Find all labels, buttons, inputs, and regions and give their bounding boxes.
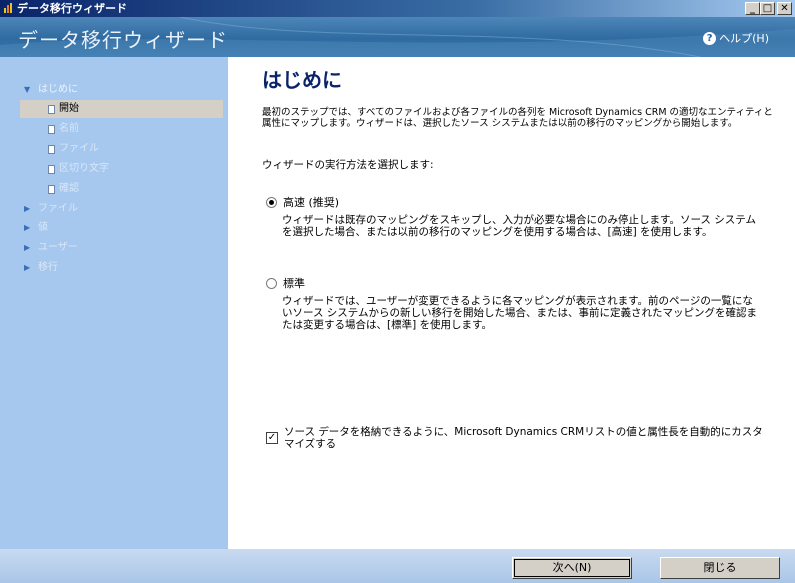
- page-icon: [48, 164, 55, 174]
- option-standard: 標準 ウィザードでは、ユーザーが変更できるように各マッピングが表示されます。前の…: [266, 275, 766, 331]
- close-window-button[interactable]: ✕: [777, 2, 792, 15]
- close-button[interactable]: 閉じる: [660, 557, 780, 579]
- page-icon: [48, 144, 55, 154]
- sidebar-group-intro[interactable]: ▼ はじめに: [24, 81, 78, 99]
- sidebar-item-confirm[interactable]: 確認: [48, 180, 79, 198]
- expand-right-icon: ▶: [24, 204, 31, 213]
- run-mode-prompt: ウィザードの実行方法を選択します:: [262, 159, 434, 171]
- sidebar-group-file[interactable]: ▶ ファイル: [24, 200, 78, 218]
- sidebar-group-label: はじめに: [38, 84, 78, 95]
- expand-down-icon: ▼: [24, 85, 31, 94]
- window-title-bar: データ移行ウィザード _ □ ✕: [0, 0, 795, 17]
- window-title: データ移行ウィザード: [17, 2, 127, 15]
- sidebar-item-name[interactable]: 名前: [48, 120, 79, 138]
- option-fast: 高速 (推奨) ウィザードは既存のマッピングをスキップし、入力が必要な場合にのみ…: [266, 194, 766, 238]
- intro-text: 最初のステップでは、すべてのファイルおよび各ファイルの各列を Microsoft…: [262, 107, 773, 129]
- option-standard-desc: ウィザードでは、ユーザーが変更できるように各マッピングが表示されます。前のページ…: [282, 295, 757, 331]
- help-icon: ?: [703, 31, 717, 45]
- wizard-title: データ移行ウィザード: [18, 28, 228, 52]
- sidebar-item-delimiter[interactable]: 区切り文字: [48, 160, 109, 178]
- sidebar-group-label: ユーザー: [38, 242, 78, 253]
- help-label: ヘルプ(H): [719, 32, 769, 45]
- minimize-button[interactable]: _: [745, 2, 760, 15]
- expand-right-icon: ▶: [24, 223, 31, 232]
- sidebar-item-label: ファイル: [59, 143, 99, 154]
- auto-customize-checkbox[interactable]: ✓: [266, 432, 278, 444]
- radio-fast-label: 高速 (推奨): [283, 196, 340, 209]
- sidebar-nav: ▼ はじめに 開始 名前 ファイル 区切り文字 確認 ▶ ファイル ▶ 値 ▶ …: [0, 57, 228, 549]
- expand-right-icon: ▶: [24, 243, 31, 252]
- radio-standard-row[interactable]: 標準: [266, 275, 766, 291]
- sidebar-item-label: 開始: [59, 103, 79, 114]
- main-content: はじめに 最初のステップでは、すべてのファイルおよび各ファイルの各列を Micr…: [228, 57, 795, 549]
- sidebar-group-label: 値: [38, 222, 48, 233]
- sidebar-group-values[interactable]: ▶ 値: [24, 219, 48, 237]
- sidebar-item-file[interactable]: ファイル: [48, 140, 99, 158]
- auto-customize-row[interactable]: ✓ ソース データを格納できるように、Microsoft Dynamics CR…: [266, 426, 766, 450]
- sidebar-item-label: 名前: [59, 123, 79, 134]
- sidebar-item-label: 区切り文字: [59, 163, 109, 174]
- wizard-footer: 次へ(N) 閉じる: [0, 549, 795, 583]
- auto-customize-label: ソース データを格納できるように、Microsoft Dynamics CRMリ…: [284, 426, 763, 450]
- page-icon: [48, 184, 55, 194]
- expand-right-icon: ▶: [24, 263, 31, 272]
- help-link[interactable]: ? ヘルプ(H): [703, 30, 769, 46]
- page-icon: [48, 104, 55, 114]
- radio-standard-label: 標準: [283, 277, 305, 290]
- sidebar-group-migrate[interactable]: ▶ 移行: [24, 259, 58, 277]
- window-controls: _ □ ✕: [745, 2, 792, 15]
- option-fast-desc: ウィザードは既存のマッピングをスキップし、入力が必要な場合にのみ停止します。ソー…: [282, 214, 756, 238]
- page-title: はじめに: [262, 68, 342, 92]
- sidebar-group-label: 移行: [38, 262, 58, 273]
- sidebar-item-start[interactable]: 開始: [20, 100, 223, 118]
- maximize-button[interactable]: □: [760, 2, 775, 15]
- sidebar-group-users[interactable]: ▶ ユーザー: [24, 239, 78, 257]
- radio-standard[interactable]: [266, 277, 277, 289]
- radio-fast-row[interactable]: 高速 (推奨): [266, 194, 766, 210]
- radio-fast[interactable]: [266, 196, 277, 208]
- app-icon: [4, 3, 12, 13]
- wizard-header: データ移行ウィザード ? ヘルプ(H): [0, 17, 795, 57]
- sidebar-group-label: ファイル: [38, 203, 78, 214]
- page-icon: [48, 124, 55, 134]
- sidebar-item-label: 確認: [59, 183, 79, 194]
- next-button[interactable]: 次へ(N): [512, 557, 632, 579]
